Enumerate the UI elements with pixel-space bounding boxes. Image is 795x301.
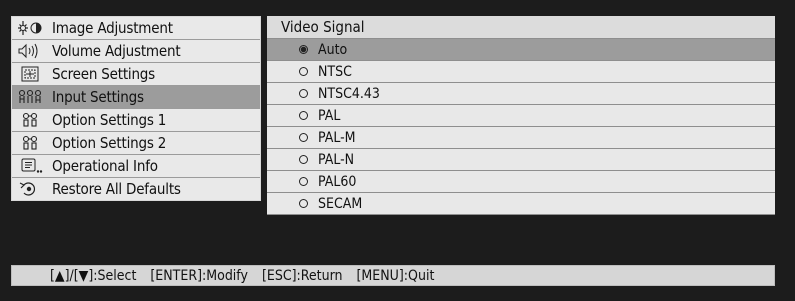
menu-item-image-adjustment[interactable]: Image Adjustment — [12, 17, 260, 39]
menu-item-label: Image Adjustment — [52, 19, 173, 37]
menu-item-label: Operational Info — [52, 157, 158, 175]
radio-icon — [299, 111, 308, 120]
menu-item-input-settings[interactable]: Input Settings — [12, 85, 260, 108]
option-ntsc[interactable]: NTSC — [267, 61, 775, 83]
option-label: PAL-N — [318, 151, 355, 168]
radio-icon — [299, 89, 308, 98]
projector-menu-screen: Image Adjustment Volume Adjustment Scree… — [0, 0, 795, 301]
video-signal-panel: Video Signal Auto NTSC NTSC4.43 PAL PAL-… — [267, 16, 775, 215]
restore-icon — [12, 179, 48, 199]
menu-item-option-settings-2[interactable]: Option Settings 2 — [12, 131, 260, 154]
speaker-icon — [12, 41, 48, 61]
menu-item-label: Option Settings 2 — [52, 134, 167, 152]
menu-item-operational-info[interactable]: Operational Info — [12, 154, 260, 177]
menu-item-label: Restore All Defaults — [52, 180, 181, 198]
option-label: PAL60 — [318, 173, 357, 190]
menu-item-screen-settings[interactable]: Screen Settings — [12, 62, 260, 85]
screen-icon — [12, 64, 48, 84]
panel-title: Video Signal — [267, 16, 775, 39]
hint-modify: [ENTER]:Modify — [150, 267, 248, 284]
option-auto[interactable]: Auto — [267, 39, 775, 61]
option-label: Auto — [318, 41, 348, 58]
radio-icon — [299, 67, 308, 76]
menu-item-label: Screen Settings — [52, 65, 156, 83]
option-settings-icon — [12, 110, 48, 130]
option-pal-m[interactable]: PAL-M — [267, 127, 775, 149]
menu-item-label: Input Settings — [52, 88, 144, 106]
radio-icon — [299, 177, 308, 186]
menu-item-volume-adjustment[interactable]: Volume Adjustment — [12, 39, 260, 62]
option-label: NTSC4.43 — [318, 85, 380, 102]
info-icon — [12, 156, 48, 176]
menu-item-restore-all-defaults[interactable]: Restore All Defaults — [12, 177, 260, 200]
option-secam[interactable]: SECAM — [267, 193, 775, 215]
option-pal[interactable]: PAL — [267, 105, 775, 127]
image-adjustment-icon — [12, 18, 48, 38]
radio-selected-icon — [299, 45, 308, 54]
option-pal-n[interactable]: PAL-N — [267, 149, 775, 171]
hint-select: [▲]/[▼]:Select — [50, 267, 137, 284]
main-menu: Image Adjustment Volume Adjustment Scree… — [11, 16, 261, 201]
radio-icon — [299, 155, 308, 164]
option-settings-icon — [12, 133, 48, 153]
option-ntsc443[interactable]: NTSC4.43 — [267, 83, 775, 105]
option-pal60[interactable]: PAL60 — [267, 171, 775, 193]
menu-item-label: Volume Adjustment — [52, 42, 181, 60]
option-label: NTSC — [318, 63, 352, 80]
hint-return: [ESC]:Return — [261, 267, 343, 284]
key-hint-bar: [▲]/[▼]:Select [ENTER]:Modify [ESC]:Retu… — [11, 265, 775, 286]
radio-icon — [299, 199, 308, 208]
menu-item-label: Option Settings 1 — [52, 111, 167, 129]
option-label: PAL — [318, 107, 341, 124]
menu-item-option-settings-1[interactable]: Option Settings 1 — [12, 108, 260, 131]
option-label: PAL-M — [318, 129, 356, 146]
input-icon — [12, 87, 48, 107]
hint-quit: [MENU]:Quit — [356, 267, 435, 284]
radio-icon — [299, 133, 308, 142]
option-label: SECAM — [318, 195, 363, 212]
